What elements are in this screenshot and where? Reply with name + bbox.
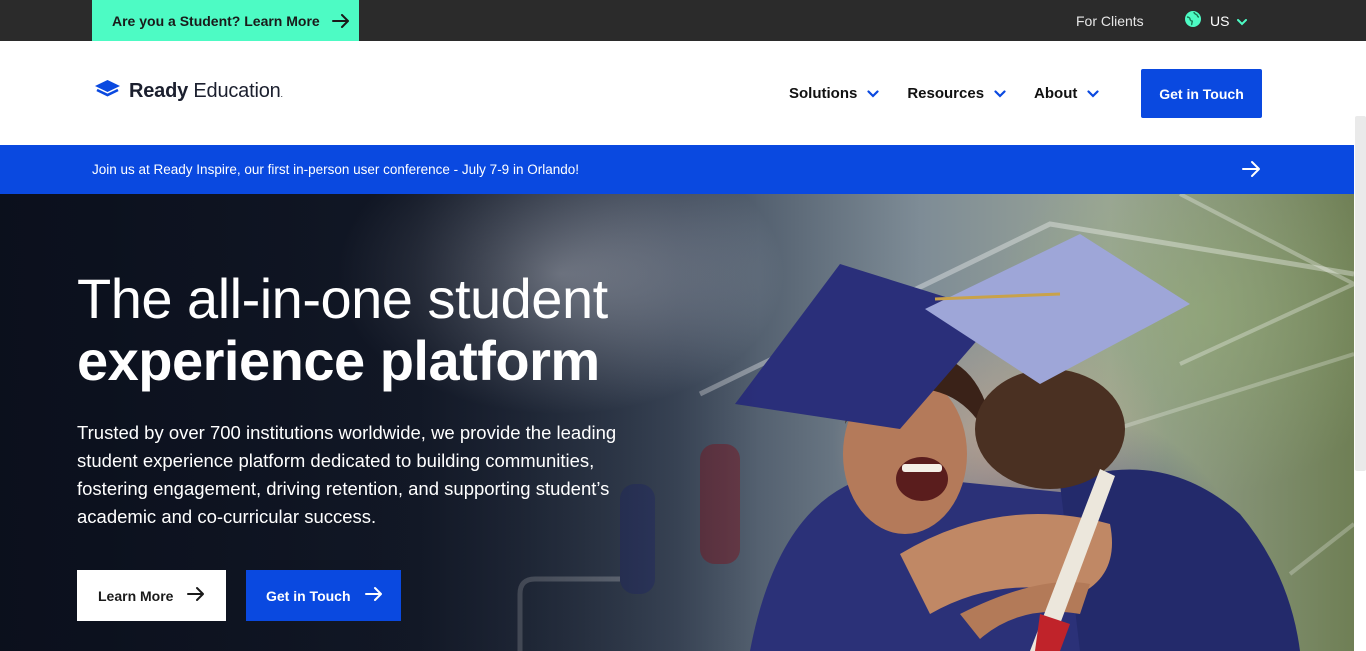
get-in-touch-button[interactable]: Get in Touch xyxy=(1141,69,1262,118)
nav-resources[interactable]: Resources xyxy=(907,85,1006,102)
hero-title-line1: The all-in-one student xyxy=(77,267,608,330)
hero-description: Trusted by over 700 institutions worldwi… xyxy=(77,422,617,527)
site-header: Ready Education. Solutions Resources Abo… xyxy=(0,41,1354,145)
student-cta-label: Are you a Student? Learn More xyxy=(112,12,320,29)
locale-selector[interactable]: US xyxy=(1184,0,1248,41)
chevron-down-icon xyxy=(1087,85,1099,102)
for-clients-link[interactable]: For Clients xyxy=(1076,0,1144,41)
hero-title-line2: experience platform xyxy=(77,329,600,392)
arrow-right-icon xyxy=(187,586,205,605)
chevron-down-icon xyxy=(867,85,879,102)
chevron-down-icon xyxy=(994,85,1006,102)
nav-solutions[interactable]: Solutions xyxy=(789,85,879,102)
hero-get-in-touch-button[interactable]: Get in Touch xyxy=(246,570,401,621)
arrow-right-icon xyxy=(331,13,350,28)
chevron-down-icon xyxy=(1237,13,1248,29)
arrow-right-icon[interactable] xyxy=(1241,159,1261,179)
learn-more-button[interactable]: Learn More xyxy=(77,570,226,621)
logo-wordmark: Ready Education. xyxy=(129,80,283,102)
arrow-right-icon xyxy=(364,586,383,605)
scrollbar-thumb[interactable] xyxy=(1355,116,1366,471)
ready-education-logo[interactable]: Ready Education. xyxy=(94,79,283,104)
announcement-banner[interactable]: Join us at Ready Inspire, our first in-p… xyxy=(0,145,1354,194)
hero-section: The all-in-one student experience platfo… xyxy=(0,194,1354,651)
locale-label: US xyxy=(1210,12,1230,29)
nav-about[interactable]: About xyxy=(1034,85,1099,102)
hero-title: The all-in-one student experience platfo… xyxy=(77,268,608,392)
student-learn-more-link[interactable]: Are you a Student? Learn More xyxy=(92,0,359,41)
logo-mark-icon xyxy=(94,79,121,104)
main-nav: Solutions Resources About xyxy=(789,41,1099,145)
announcement-text: Join us at Ready Inspire, our first in-p… xyxy=(92,162,579,177)
globe-icon xyxy=(1184,10,1202,31)
utility-bar: Are you a Student? Learn More For Client… xyxy=(0,0,1366,41)
